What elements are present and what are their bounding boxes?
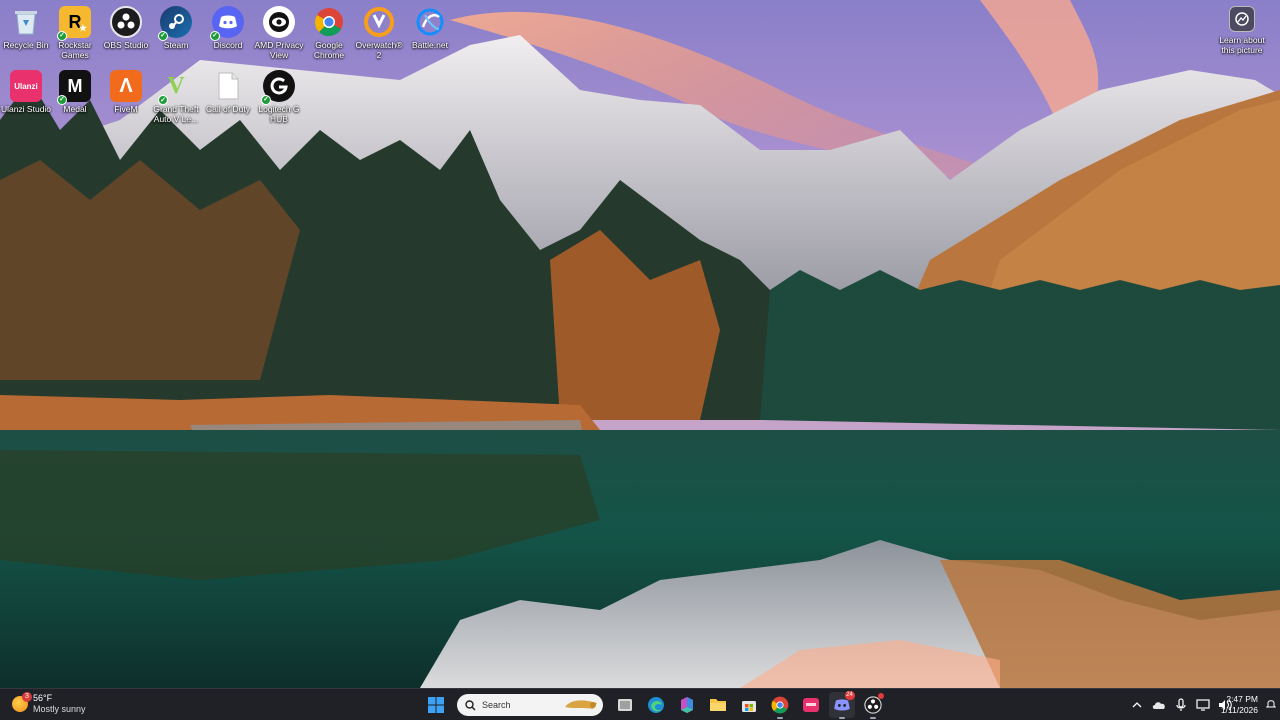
taskbar-microsoft-365[interactable]: [674, 692, 700, 718]
desktop-icon-label: Recycle Bin: [3, 40, 49, 50]
search-placeholder: Search: [482, 700, 511, 710]
weather-condition: Mostly sunny: [33, 704, 86, 714]
task-view-icon: [617, 699, 632, 711]
desktop-icon-label: FiveM: [114, 104, 138, 114]
clock-date: 1/11/2026: [1220, 705, 1258, 715]
taskbar-chrome[interactable]: [767, 692, 793, 719]
task-view-button[interactable]: [612, 692, 638, 718]
desktop-icon-label: Steam: [163, 40, 189, 50]
logitech-icon: ✓: [261, 70, 295, 105]
taskbar-discord[interactable]: 24: [828, 691, 855, 719]
search-highlight-icon: [565, 700, 597, 709]
desktop-icon-fivem[interactable]: Λ FiveM: [100, 66, 152, 114]
amd-privacy-icon: [263, 6, 295, 38]
desktop-icon-label: Battle.net: [412, 40, 448, 50]
discord-icon: [833, 699, 850, 711]
taskbar-search[interactable]: Search: [457, 694, 603, 716]
shortcut-check-icon: ✓: [210, 31, 220, 41]
battlenet-icon: [414, 6, 446, 38]
taskbar-microsoft-store[interactable]: [736, 692, 762, 718]
taskbar-ulanzi[interactable]: [798, 692, 824, 718]
system-tray: [1126, 695, 1236, 715]
desktop-icon-label: Medal: [63, 104, 87, 114]
taskbar-apps: Search 24: [420, 691, 888, 719]
folder-icon: [709, 699, 726, 711]
chrome-icon: [313, 6, 345, 38]
shortcut-check-icon: ✓: [57, 95, 67, 105]
desktop-icon-medal[interactable]: M ✓ Medal: [49, 66, 101, 114]
desktop-icon-battle-net[interactable]: Battle.net: [404, 2, 456, 50]
taskbar-obs[interactable]: [860, 692, 886, 719]
desktop-icon-label: AMD Privacy View: [254, 40, 304, 60]
shortcut-check-icon: ✓: [158, 31, 168, 41]
desktop-icon-recycle-bin[interactable]: Recycle Bin: [0, 2, 52, 50]
discord-icon: ✓: [210, 6, 244, 41]
chevron-up-icon: [1132, 702, 1142, 708]
file-icon: [212, 70, 244, 102]
cloud-icon: [1152, 702, 1165, 709]
overwatch-icon: [363, 6, 395, 38]
desktop-icon-gta-v[interactable]: V ✓ Grand Theft Auto V Le...: [150, 66, 202, 125]
recording-dot-icon: [877, 693, 884, 699]
desktop-icon-steam[interactable]: ✓ Steam: [150, 2, 202, 50]
learn-about-picture-label: Learn about this picture: [1219, 35, 1265, 55]
desktop-icon-obs-studio[interactable]: OBS Studio: [100, 2, 152, 50]
start-button[interactable]: [423, 692, 449, 718]
taskbar-clock[interactable]: 2:47 PM 1/11/2026: [1221, 694, 1258, 716]
desktop-icon-call-of-duty[interactable]: Call of Duty: [202, 66, 254, 114]
weather-temperature: 56°F: [33, 693, 53, 703]
learn-about-picture[interactable]: Learn about this picture: [1212, 6, 1272, 55]
network-button[interactable]: [1194, 696, 1212, 714]
windows-logo-icon: [427, 697, 444, 713]
show-hidden-icons-button[interactable]: [1128, 696, 1146, 714]
shortcut-check-icon: ✓: [158, 95, 168, 105]
taskbar-edge[interactable]: [643, 692, 669, 718]
weather-sun-icon: 3: [12, 692, 32, 712]
microphone-icon: [1176, 698, 1186, 711]
desktop-icon-amd-privacy-view[interactable]: AMD Privacy View: [253, 2, 305, 60]
desktop-icon-label: Rockstar Games: [58, 40, 92, 60]
gta-icon: V ✓: [158, 70, 192, 105]
obs-icon: [110, 6, 142, 38]
rockstar-icon: R ★ ✓: [57, 6, 91, 41]
ulanzi-icon: [802, 698, 819, 712]
notification-bell-icon[interactable]: [1266, 699, 1276, 709]
desktop-icon-label: Call of Duty: [206, 104, 250, 114]
fivem-icon: Λ: [110, 70, 142, 102]
desktop-icon-label: Logitech G HUB: [258, 104, 300, 124]
clock-time: 2:47 PM: [1226, 694, 1258, 704]
desktop-icon-ulanzi-studio[interactable]: Ulanzi Ulanzi Studio: [0, 66, 52, 114]
desktop-icon-label: Google Chrome: [313, 40, 345, 60]
taskbar-file-explorer[interactable]: [705, 692, 731, 718]
steam-icon: ✓: [158, 6, 192, 41]
medal-icon: M ✓: [57, 70, 91, 105]
discord-notification-badge: 24: [844, 691, 855, 700]
chrome-icon: [771, 696, 788, 714]
ulanzi-icon: Ulanzi: [10, 70, 42, 102]
recycle-bin-icon: [10, 6, 42, 38]
camera-icon: [1229, 6, 1255, 32]
desktop-icon-logitech-g-hub[interactable]: ✓ Logitech G HUB: [253, 66, 305, 124]
taskbar: 3 56°F Mostly sunny Search 24 2:47 PM 1/…: [0, 688, 1280, 720]
shortcut-check-icon: ✓: [261, 95, 271, 105]
onedrive-button[interactable]: [1150, 696, 1168, 714]
weather-widget[interactable]: 3 56°F Mostly sunny: [12, 692, 86, 715]
shortcut-check-icon: ✓: [57, 31, 67, 41]
desktop-icon-label: Discord: [213, 40, 243, 50]
desktop-icon-label: Ulanzi Studio: [0, 104, 52, 114]
microphone-button[interactable]: [1172, 696, 1190, 714]
desktop-icon-google-chrome[interactable]: Google Chrome: [303, 2, 355, 60]
microsoft-365-icon: [680, 697, 693, 713]
desktop-icon-label: OBS Studio: [103, 40, 149, 50]
desktop-icon-label: Grand Theft Auto V Le...: [153, 104, 199, 124]
desktop-icon-rockstar-games[interactable]: R ★ ✓ Rockstar Games: [49, 2, 101, 60]
edge-icon: [647, 697, 664, 713]
desktop-icon-discord[interactable]: ✓ Discord: [202, 2, 254, 50]
network-icon: [1196, 699, 1210, 711]
weather-badge: 3: [22, 692, 32, 702]
desktop-icon-label: Overwatch® 2: [355, 40, 403, 60]
desktop-icon-overwatch-2[interactable]: Overwatch® 2: [353, 2, 405, 60]
search-icon: [465, 699, 476, 710]
store-icon: [741, 701, 756, 712]
